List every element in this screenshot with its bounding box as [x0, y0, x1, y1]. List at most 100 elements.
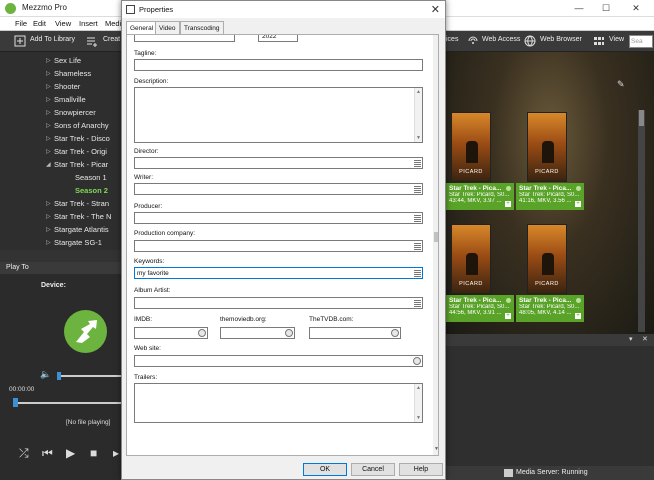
expand-arrow-icon[interactable]: ▷ — [46, 57, 51, 64]
lookup-globe-icon[interactable] — [413, 357, 421, 365]
add-library-icon[interactable] — [14, 35, 26, 47]
tab-transcoding[interactable]: Transcoding — [180, 21, 224, 34]
lookup-globe-icon[interactable] — [285, 329, 293, 337]
add-icon[interactable]: + — [575, 313, 581, 319]
tree-item[interactable]: ◢ Star Trek - Picar — [46, 160, 108, 169]
web-access-button[interactable]: Web Access — [482, 36, 520, 43]
poster-image[interactable]: PICARD — [451, 112, 491, 182]
play-icon[interactable]: ▶ — [66, 446, 75, 460]
web-browser-button[interactable]: Web Browser — [540, 36, 582, 43]
writer-field[interactable] — [134, 183, 423, 195]
tree-item[interactable]: ▷ Snowpiercer — [46, 108, 96, 117]
menu-view[interactable]: View — [55, 19, 71, 28]
producer-field[interactable] — [134, 212, 423, 224]
tree-item[interactable]: ▷ Shooter — [46, 82, 80, 91]
list-icon[interactable] — [414, 270, 421, 277]
expand-arrow-icon[interactable]: ▷ — [46, 200, 51, 207]
panel-close-icon[interactable]: ✕ — [642, 335, 648, 343]
expand-arrow-icon[interactable]: ▷ — [46, 70, 51, 77]
lookup-globe-icon[interactable] — [391, 329, 399, 337]
poster-image[interactable]: PICARD — [527, 224, 567, 294]
add-icon[interactable]: + — [575, 201, 581, 207]
website-lookup[interactable] — [412, 356, 422, 366]
ok-button[interactable]: OK — [303, 463, 347, 476]
expand-arrow-icon[interactable]: ▷ — [46, 96, 51, 103]
tree-item[interactable]: ▷ Star Trek - Origi — [46, 147, 107, 156]
scroll-down-icon[interactable]: ▼ — [434, 446, 438, 452]
media-caption[interactable]: Star Trek - Pica... Star Trek: Picard, S… — [446, 183, 514, 210]
description-scrollbar[interactable]: ▲ ▼ — [414, 88, 422, 142]
grid-view-icon[interactable] — [593, 35, 605, 47]
media-caption[interactable]: Star Trek - Pica... Star Trek: Picard, S… — [516, 183, 584, 210]
tree-item[interactable]: ▷ Star Trek - The N — [46, 212, 111, 221]
list-icon[interactable] — [414, 186, 421, 193]
web-access-icon[interactable] — [467, 35, 479, 47]
list-icon[interactable] — [414, 300, 421, 307]
tree-item[interactable]: ▷ Sons of Anarchy — [46, 121, 109, 130]
edit-icon[interactable]: ✎ — [617, 79, 625, 90]
dialog-close-icon[interactable]: ✕ — [431, 3, 440, 16]
seek-slider[interactable] — [13, 402, 122, 404]
view-button[interactable]: View — [609, 36, 624, 43]
themoviedb-field[interactable] — [220, 327, 295, 339]
year-field[interactable]: 2022 — [258, 35, 298, 42]
tree-item[interactable]: ▷ Shameless — [46, 69, 91, 78]
dialog-scrollbar[interactable]: ▼ — [433, 35, 438, 455]
volume-icon[interactable]: 🔈 — [40, 369, 51, 380]
tree-item[interactable]: ▷ Sex Life — [46, 56, 81, 65]
trailers-list[interactable]: ▲ ▼ — [134, 383, 423, 423]
maximize-icon[interactable]: ☐ — [596, 2, 616, 14]
add-icon[interactable]: + — [505, 313, 511, 319]
tree-item[interactable]: ▷ Stargate Atlantis — [46, 225, 109, 234]
production-company-field[interactable] — [134, 240, 423, 252]
album-artist-field[interactable] — [134, 297, 423, 309]
media-caption[interactable]: Star Trek - Pica... Star Trek: Picard, S… — [516, 295, 584, 322]
expand-arrow-icon[interactable]: ▷ — [46, 239, 51, 246]
director-field[interactable] — [134, 157, 423, 169]
menu-edit[interactable]: Edit — [33, 19, 46, 28]
menu-insert[interactable]: Insert — [79, 19, 98, 28]
globe-icon[interactable] — [524, 35, 536, 47]
list-icon[interactable] — [414, 243, 421, 250]
title-field[interactable] — [134, 35, 235, 42]
volume-slider[interactable] — [58, 375, 122, 377]
tree-item[interactable]: ▷ Star Trek - Stran — [46, 199, 109, 208]
expand-arrow-icon[interactable]: ▷ — [46, 109, 51, 116]
expand-arrow-icon[interactable]: ▷ — [46, 148, 51, 155]
shuffle-icon[interactable]: ⤮ — [19, 446, 29, 461]
tree-item-season-2[interactable]: Season 2 — [75, 186, 108, 195]
menu-file[interactable]: File — [15, 19, 27, 28]
lookup-globe-icon[interactable] — [198, 329, 206, 337]
expand-arrow-icon[interactable]: ▷ — [46, 226, 51, 233]
add-icon[interactable]: + — [505, 201, 511, 207]
tagline-field[interactable] — [134, 59, 423, 71]
minimize-icon[interactable]: — — [569, 2, 589, 14]
expand-arrow-icon[interactable]: ▷ — [46, 122, 51, 129]
list-icon[interactable] — [414, 160, 421, 167]
close-icon[interactable]: ✕ — [626, 2, 646, 14]
menu-media[interactable]: Medi — [105, 19, 121, 28]
dialog-scrollbar-thumb[interactable] — [434, 232, 438, 242]
tree-item[interactable]: ▷ Smallville — [46, 95, 86, 104]
tree-item[interactable]: ▷ Stargate SG-1 — [46, 238, 102, 247]
collapse-arrow-icon[interactable]: ◢ — [46, 161, 51, 168]
tab-general[interactable]: General — [126, 21, 158, 35]
media-grid-scrollbar[interactable] — [638, 110, 645, 332]
poster-image[interactable]: PICARD — [451, 224, 491, 294]
keywords-field[interactable]: my favorite — [134, 267, 423, 279]
description-textarea[interactable]: ▲ ▼ — [134, 87, 423, 143]
search-input[interactable]: Sea — [629, 35, 653, 48]
media-caption[interactable]: Star Trek - Pica... Star Trek: Picard, S… — [446, 295, 514, 322]
expand-arrow-icon[interactable]: ▷ — [46, 83, 51, 90]
thetvdb-field[interactable] — [309, 327, 401, 339]
tree-item-season-1[interactable]: Season 1 — [75, 173, 107, 182]
website-field[interactable] — [134, 355, 423, 367]
expand-arrow-icon[interactable]: ▷ — [46, 213, 51, 220]
scrollbar-thumb[interactable] — [639, 110, 644, 126]
add-to-library-button[interactable]: Add To Library — [30, 36, 75, 43]
cancel-button[interactable]: Cancel — [351, 463, 395, 476]
pin-icon[interactable]: ▾ — [629, 335, 633, 343]
create-button[interactable]: Creat — [103, 36, 120, 43]
expand-arrow-icon[interactable]: ▷ — [46, 135, 51, 142]
stop-icon[interactable]: ■ — [90, 446, 97, 460]
